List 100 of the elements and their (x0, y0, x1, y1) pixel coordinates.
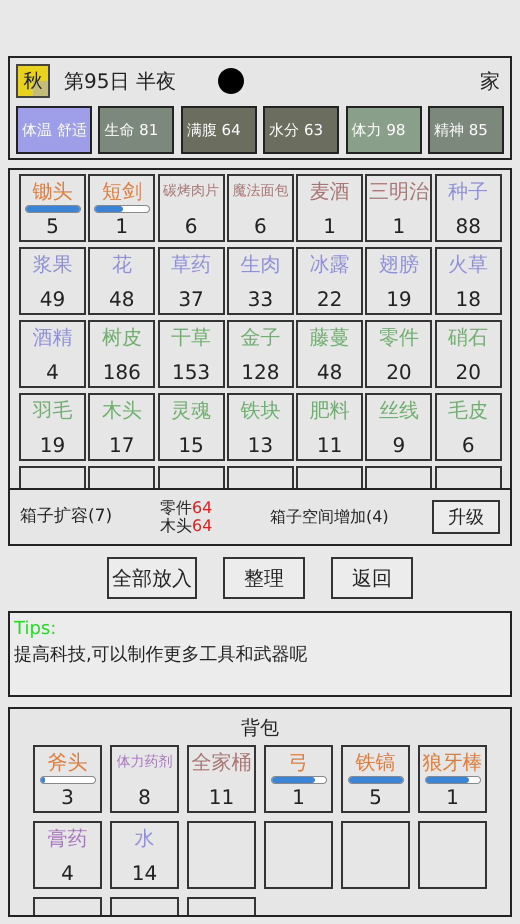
durability-bar (348, 776, 404, 784)
item-count: 5 (46, 214, 59, 238)
tips-text: 提高科技,可以制作更多工具和武器呢 (14, 643, 309, 667)
item-count: 48 (316, 360, 342, 384)
item-count: 153 (172, 360, 210, 384)
item-slot[interactable]: 短剑 1 (88, 174, 156, 242)
item-name: 酒精 (32, 324, 72, 350)
empty-slot[interactable] (187, 821, 256, 889)
item-name: 藤蔓 (310, 324, 350, 350)
item-slot[interactable]: 铁镐 5 (341, 745, 410, 813)
item-name: 全家桶 (192, 749, 252, 775)
item-slot[interactable]: 毛皮 6 (434, 393, 502, 461)
item-name: 体力药剂 (116, 753, 172, 772)
empty-slot[interactable] (264, 821, 333, 889)
upgrade-title: 箱子扩容(7) (20, 505, 114, 528)
item-slot[interactable]: 零件 20 (365, 320, 432, 388)
item-count: 20 (386, 360, 412, 384)
item-slot[interactable]: 丝线 9 (365, 393, 432, 461)
action-button[interactable]: 返回 (331, 557, 413, 599)
item-name: 肥料 (310, 397, 350, 423)
item-name: 羽毛 (32, 397, 72, 423)
durability-bar (424, 776, 480, 784)
item-slot[interactable]: 体力药剂 8 (110, 745, 179, 813)
item-slot[interactable]: 种子 88 (434, 174, 502, 242)
item-slot[interactable]: 三明治 1 (365, 174, 432, 242)
item-name: 浆果 (32, 251, 72, 277)
item-slot[interactable]: 膏药 4 (33, 821, 102, 889)
item-count: 1 (446, 785, 459, 809)
item-slot[interactable]: 硝石 20 (434, 320, 502, 388)
item-name: 铁镐 (356, 749, 396, 775)
item-name: 三明治 (368, 178, 429, 204)
item-name: 火草 (448, 251, 488, 277)
item-count: 6 (462, 433, 475, 457)
upgrade-button[interactable]: 升级 (432, 500, 500, 534)
item-slot[interactable]: 花 48 (88, 247, 156, 315)
item-count: 13 (248, 433, 274, 457)
item-slot[interactable]: 火草 18 (434, 247, 502, 315)
item-count: 20 (455, 360, 481, 384)
item-slot[interactable]: 铁块 13 (226, 393, 294, 461)
item-count: 9 (392, 433, 406, 457)
empty-slot[interactable] (418, 821, 487, 889)
item-count: 4 (46, 360, 59, 384)
item-slot[interactable]: 水 14 (110, 821, 179, 889)
action-button[interactable]: 全部放入 (107, 557, 197, 599)
action-button[interactable]: 整理 (223, 557, 305, 599)
empty-slot[interactable] (341, 821, 410, 889)
item-slot[interactable]: 锄头 5 (19, 174, 86, 242)
item-count: 22 (316, 287, 342, 311)
item-name: 零件 (378, 324, 419, 350)
item-count: 19 (386, 287, 412, 311)
item-name: 魔法面包 (232, 182, 288, 201)
item-slot[interactable]: 木头 17 (88, 393, 156, 461)
item-count: 186 (102, 360, 141, 384)
item-count: 1 (115, 214, 128, 238)
day-time: 第95日 半夜 (64, 68, 176, 95)
item-name: 毛皮 (448, 397, 488, 423)
item-name: 锄头 (32, 178, 72, 204)
item-slot[interactable]: 灵魂 15 (158, 393, 225, 461)
item-count: 6 (184, 214, 198, 238)
item-slot[interactable]: 金子 128 (226, 320, 294, 388)
item-name: 膏药 (48, 825, 88, 851)
item-name: 铁块 (240, 397, 280, 423)
item-name: 斧头 (48, 749, 88, 775)
item-count: 1 (323, 214, 336, 238)
item-name: 树皮 (102, 324, 142, 350)
item-name: 狼牙棒 (422, 749, 482, 775)
item-slot[interactable]: 麦酒 1 (296, 174, 364, 242)
item-name: 金子 (240, 324, 280, 350)
item-name: 丝线 (378, 397, 419, 423)
item-slot[interactable]: 碳烤肉片 6 (158, 174, 225, 242)
item-slot[interactable]: 狼牙棒 1 (418, 745, 487, 813)
item-slot[interactable]: 魔法面包 6 (226, 174, 294, 242)
item-slot[interactable]: 藤蔓 48 (296, 320, 364, 388)
item-slot[interactable]: 草药 37 (158, 247, 225, 315)
item-name: 短剑 (102, 178, 142, 204)
upgrade-cost: 零件64 (160, 499, 214, 517)
item-name: 弓 (288, 749, 308, 775)
item-slot[interactable]: 斧头 3 (33, 745, 102, 813)
item-count: 4 (61, 861, 74, 885)
item-count: 3 (61, 785, 74, 809)
item-slot[interactable]: 树皮 186 (88, 320, 156, 388)
item-name: 生肉 (240, 251, 280, 277)
stat-chip: 水分 63 (263, 106, 340, 154)
item-count: 15 (178, 433, 204, 457)
item-slot[interactable]: 翅膀 19 (365, 247, 432, 315)
item-slot[interactable]: 羽毛 19 (19, 393, 86, 461)
stat-chip: 生命 81 (98, 106, 174, 154)
item-slot[interactable]: 弓 1 (264, 745, 333, 813)
item-count: 19 (40, 433, 66, 457)
item-slot[interactable]: 生肉 33 (226, 247, 294, 315)
item-name: 干草 (171, 324, 212, 350)
item-count: 1 (292, 785, 305, 809)
item-slot[interactable]: 浆果 49 (19, 247, 86, 315)
item-slot[interactable]: 干草 153 (158, 320, 225, 388)
item-slot[interactable]: 全家桶 11 (187, 745, 256, 813)
item-count: 128 (241, 360, 280, 384)
item-name: 冰露 (310, 251, 350, 277)
item-slot[interactable]: 冰露 22 (296, 247, 364, 315)
item-slot[interactable]: 酒精 4 (19, 320, 86, 388)
item-slot[interactable]: 肥料 11 (296, 393, 364, 461)
